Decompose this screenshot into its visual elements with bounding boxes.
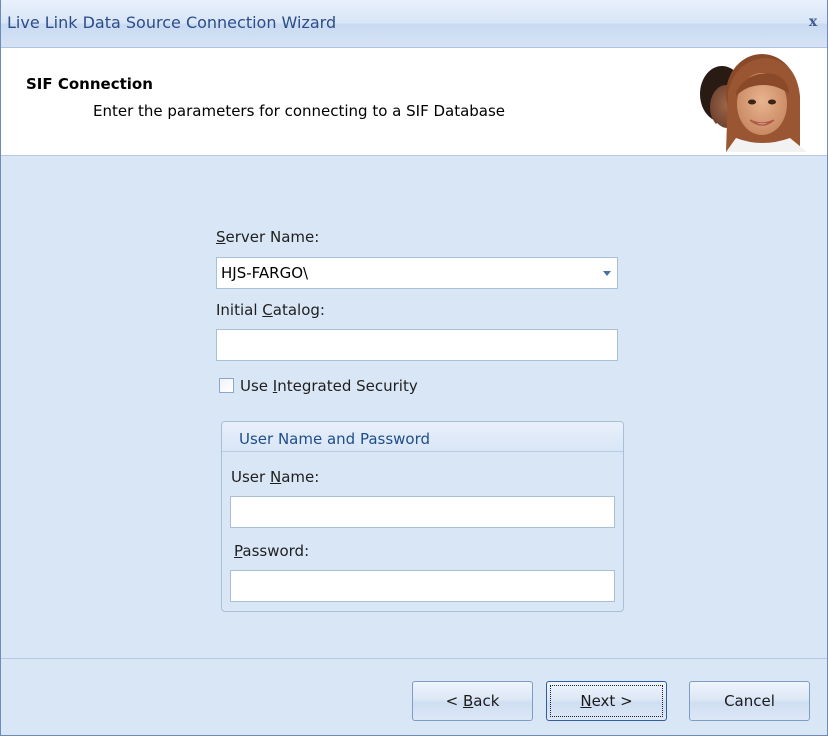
password-label: Password: xyxy=(234,542,309,560)
integrated-security-label-rest: ntegrated Security xyxy=(277,377,418,395)
password-input[interactable] xyxy=(230,570,615,602)
server-name-label: Server Name: xyxy=(216,228,319,246)
user-name-label-rest: ame: xyxy=(281,468,320,486)
initial-catalog-label-rest: atalog: xyxy=(272,301,325,319)
integrated-security-checkbox[interactable] xyxy=(219,378,234,393)
initial-catalog-input[interactable] xyxy=(216,329,618,361)
server-name-label-rest: erver Name: xyxy=(225,228,320,246)
user-name-label: User Name: xyxy=(231,468,319,486)
wizard-header: SIF Connection Enter the parameters for … xyxy=(1,48,827,156)
button-bar: < Back Next > Cancel xyxy=(1,658,827,735)
next-button[interactable]: Next > xyxy=(546,681,667,721)
user-name-label-mnemonic: N xyxy=(269,468,282,486)
back-button-mnemonic: B xyxy=(462,692,474,710)
content-panel: Server Name: HJS-FARGO\ Initial Catalog:… xyxy=(1,156,827,658)
back-button-prefix: < xyxy=(445,692,463,710)
server-name-value: HJS-FARGO\ xyxy=(221,264,309,282)
initial-catalog-label-mnemonic: C xyxy=(262,301,273,319)
wizard-window: Live Link Data Source Connection Wizard … xyxy=(0,0,828,736)
initial-catalog-label: Initial Catalog: xyxy=(216,301,325,319)
page-title: SIF Connection xyxy=(26,75,153,93)
server-name-dropdown[interactable]: HJS-FARGO\ xyxy=(216,257,618,289)
next-button-mnemonic: N xyxy=(580,692,592,710)
cancel-button[interactable]: Cancel xyxy=(689,681,810,721)
close-button[interactable]: x xyxy=(806,15,820,29)
page-subtitle: Enter the parameters for connecting to a… xyxy=(93,102,506,120)
server-name-label-mnemonic: S xyxy=(216,228,226,246)
integrated-security-label[interactable]: Use Integrated Security xyxy=(240,377,418,395)
password-label-rest: assword: xyxy=(242,542,310,560)
user-name-input[interactable] xyxy=(230,496,615,528)
next-button-rest: ext > xyxy=(591,692,633,710)
integrated-security-label-prefix: Use xyxy=(240,377,273,395)
credentials-group: User Name and Password User Name: Passwo… xyxy=(221,421,624,612)
credentials-group-title: User Name and Password xyxy=(239,430,431,448)
title-bar: Live Link Data Source Connection Wizard … xyxy=(1,0,827,48)
back-button[interactable]: < Back xyxy=(412,681,533,721)
back-button-rest: ack xyxy=(473,692,500,710)
people-photo-icon xyxy=(696,52,807,152)
chevron-down-icon[interactable] xyxy=(603,271,611,276)
initial-catalog-label-prefix: Initial xyxy=(216,301,263,319)
credentials-group-header: User Name and Password xyxy=(222,422,623,452)
window-title: Live Link Data Source Connection Wizard xyxy=(7,13,337,32)
user-name-label-prefix: User xyxy=(231,468,270,486)
